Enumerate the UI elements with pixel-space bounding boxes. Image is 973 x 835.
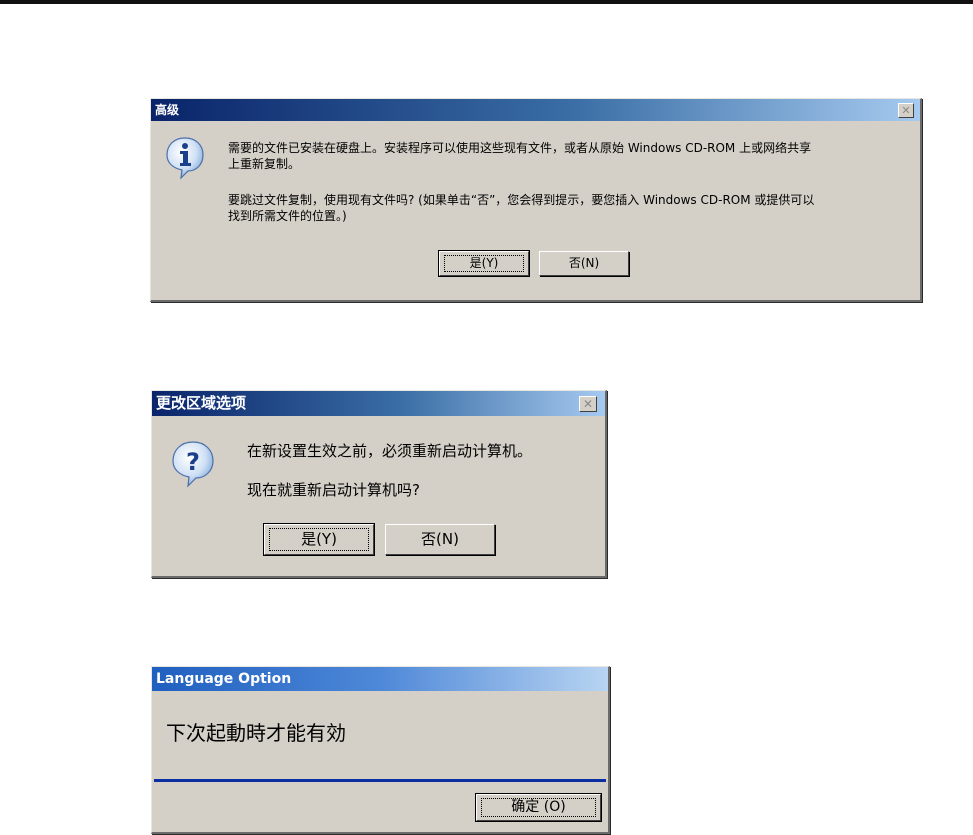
advanced-dialog: 高级 ✕ 需要的文件已安装在硬盘上。安装程序可以使用这些现有文件，或者从原始 W… [150, 98, 922, 302]
close-button[interactable]: ✕ [898, 103, 914, 118]
no-button-label: 否(N) [568, 256, 600, 270]
change-region-options-dialog: 更改区域选项 ✕ ? 在新设置生效之前，必须重新启动计算机。 现在就重新启动计算… [151, 390, 607, 578]
message-line: 找到所需文件的位置。) [228, 209, 347, 223]
dialog-title: 高级 [155, 103, 180, 117]
message-line: 上重新复制。 [228, 157, 301, 171]
top-rule [0, 0, 973, 4]
dialog-title: 更改区域选项 [156, 394, 247, 412]
question-icon: ? [170, 440, 216, 492]
focus-rect [444, 255, 524, 272]
dialog-title: Language Option [156, 671, 292, 687]
dialog-title-bar[interactable]: 更改区域选项 [152, 391, 605, 416]
svg-text:?: ? [186, 448, 200, 476]
close-icon: ✕ [901, 104, 911, 117]
message-line: 需要的文件已安装在硬盘上。安装程序可以使用这些现有文件，或者从原始 Window… [228, 141, 812, 155]
message-line-2: 现在就重新启动计算机吗? [247, 481, 420, 499]
ok-button[interactable]: 确定 (O) [475, 793, 602, 822]
message-line: 要跳过文件复制，使用现有文件吗? (如果单击“否”，您会得到提示，要您插入 Wi… [228, 193, 815, 207]
yes-button[interactable]: 是(Y) [263, 523, 375, 556]
message-line-1: 在新设置生效之前，必须重新启动计算机。 [247, 442, 533, 460]
close-icon: ✕ [582, 397, 594, 411]
dialog-title-bar[interactable]: Language Option [152, 667, 608, 691]
no-button[interactable]: 否(N) [385, 524, 495, 555]
message-text: 下次起動時才能有効 [166, 721, 346, 745]
separator-line [154, 779, 606, 782]
close-button[interactable]: ✕ [579, 396, 597, 412]
yes-button[interactable]: 是(Y) [438, 250, 530, 277]
focus-rect [481, 798, 596, 817]
language-option-dialog: Language Option 下次起動時才能有効 确定 (O) [151, 666, 610, 834]
info-icon [165, 136, 205, 184]
message-paragraph-1: 需要的文件已安装在硬盘上。安装程序可以使用这些现有文件，或者从原始 Window… [228, 140, 918, 172]
no-button[interactable]: 否(N) [539, 251, 629, 276]
dialog-title-bar[interactable]: 高级 [151, 99, 920, 121]
focus-rect [269, 528, 369, 551]
message-paragraph-2: 要跳过文件复制，使用现有文件吗? (如果单击“否”，您会得到提示，要您插入 Wi… [228, 192, 918, 224]
no-button-label: 否(N) [421, 530, 459, 548]
